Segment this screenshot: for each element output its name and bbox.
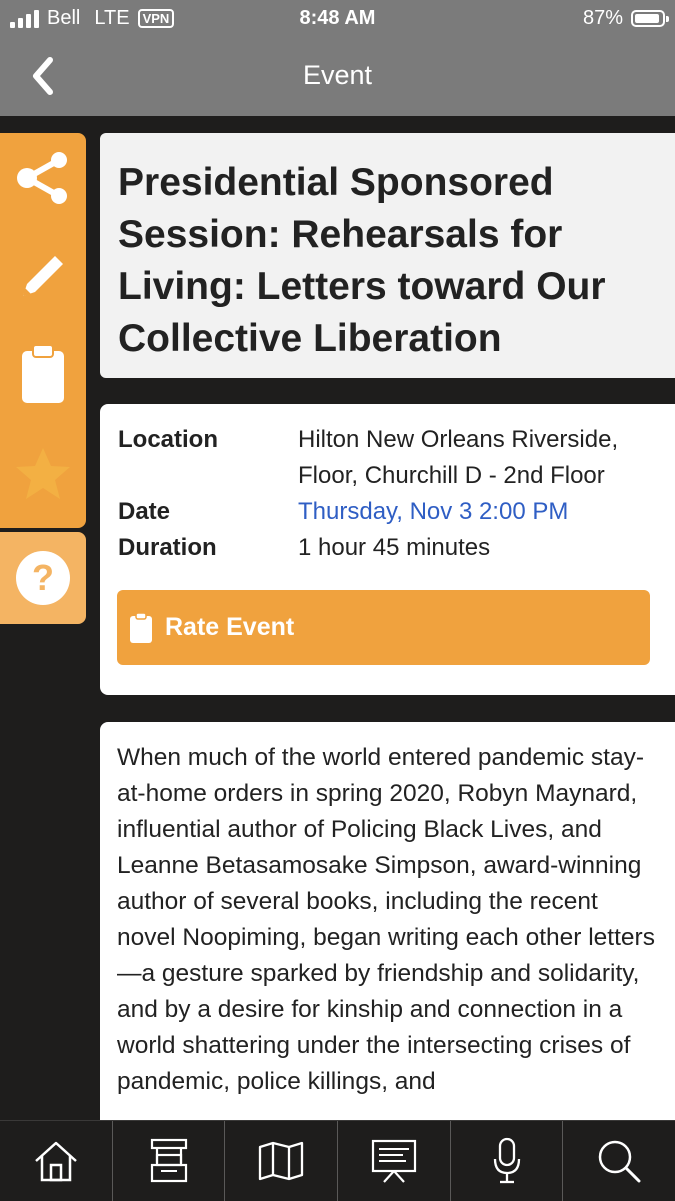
battery-icon — [631, 10, 669, 27]
battery-percent: 87% — [582, 7, 623, 29]
share-button[interactable] — [0, 133, 86, 223]
presentation-icon — [371, 1139, 416, 1183]
clipboard-icon — [129, 611, 153, 644]
note-button[interactable] — [0, 231, 86, 321]
question-icon: ? — [16, 551, 70, 605]
tab-exhibitors[interactable] — [113, 1121, 226, 1201]
event-description: When much of the world entered pandemic … — [117, 744, 655, 1095]
rate-event-label: Rate Event — [165, 613, 295, 641]
home-icon — [34, 1141, 77, 1182]
duration-label: Duration — [118, 534, 217, 561]
rate-event-button[interactable]: Rate Event — [117, 590, 650, 665]
help-button[interactable]: ? — [0, 532, 86, 624]
status-time: 8:48 AM — [299, 7, 376, 29]
pencil-icon — [23, 256, 63, 296]
star-icon — [16, 448, 70, 499]
status-right: 87% — [582, 7, 669, 30]
duration-row: Duration 1 hour 45 minutes — [118, 530, 675, 566]
share-icon — [17, 152, 67, 204]
clipboard-icon — [22, 344, 64, 403]
duration-value: 1 hour 45 minutes — [298, 534, 491, 561]
tab-speakers[interactable] — [451, 1121, 564, 1201]
status-bar: Bell LTE VPN 8:48 AM 87% — [0, 0, 675, 36]
description-card: When much of the world entered pandemic … — [100, 722, 675, 1120]
action-group — [0, 133, 86, 528]
tab-search[interactable] — [563, 1121, 675, 1201]
nav-bar: Event — [0, 36, 675, 116]
date-label: Date — [118, 498, 171, 525]
favorite-button[interactable] — [0, 429, 86, 519]
svg-text:?: ? — [32, 557, 54, 598]
date-row: Date Thursday, Nov 3 2:00 PM — [118, 494, 675, 530]
location-value: Hilton New Orleans Riverside, Floor, Chu… — [298, 426, 619, 489]
exhibit-booth-icon — [150, 1138, 187, 1183]
action-sidebar: ? — [0, 133, 86, 624]
tab-map[interactable] — [225, 1121, 339, 1201]
tab-home[interactable] — [0, 1121, 113, 1201]
location-row: Location Hilton New Orleans Riverside, F… — [118, 422, 675, 494]
page-title: Event — [302, 60, 373, 90]
date-link[interactable]: Thursday, Nov 3 2:00 PM — [298, 494, 675, 530]
map-icon — [259, 1141, 304, 1181]
microphone-icon — [493, 1137, 520, 1184]
survey-button[interactable] — [0, 329, 86, 419]
event-title: Presidential Sponsored Session: Rehearsa… — [118, 161, 606, 360]
event-info-card: Location Hilton New Orleans Riverside, F… — [100, 404, 675, 695]
event-title-card: Presidential Sponsored Session: Rehearsa… — [100, 133, 675, 378]
tab-bar — [0, 1120, 675, 1201]
tab-sessions[interactable] — [338, 1121, 451, 1201]
search-icon — [598, 1140, 641, 1183]
location-label: Location — [118, 426, 218, 453]
